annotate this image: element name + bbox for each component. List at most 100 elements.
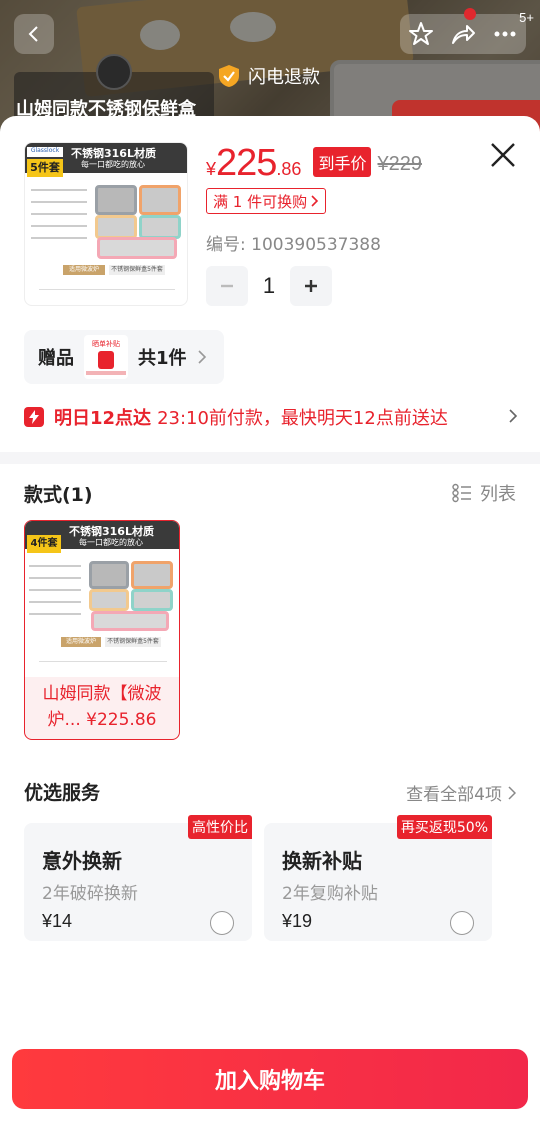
gift-shield-icon — [98, 351, 114, 369]
image-subline: 每一口都吃的放心 — [81, 160, 145, 169]
close-icon[interactable] — [488, 140, 518, 170]
service-card-accident-replacement[interactable]: 高性价比 意外换新 2年破碎换新 ¥14 — [24, 815, 252, 941]
quantity-value[interactable]: 1 — [248, 273, 290, 299]
container-image — [139, 215, 181, 239]
brand-badge-icon — [96, 54, 132, 90]
gift-count: 共1件 — [138, 348, 187, 369]
top-action-group — [400, 14, 526, 54]
delivery-info-row[interactable]: 明日12点达 23:10前付款，最快明天12点前送达 — [24, 402, 518, 432]
sku-code: 编号: 100390537388 — [206, 235, 381, 255]
list-view-icon — [452, 483, 471, 503]
container-image — [95, 215, 137, 239]
style-option-card[interactable]: 4件套 不锈钢316L材质 每一口都吃的放心 适用微波炉 不锈钢保鲜盒5件套 山… — [24, 520, 180, 740]
brand-logo: Glasslock — [27, 147, 63, 157]
services-section-title: 优选服务 — [24, 782, 101, 804]
image-tag-right: 不锈钢保鲜盒5件套 — [109, 265, 165, 275]
back-button[interactable] — [14, 14, 54, 54]
original-price: ¥229 — [377, 153, 422, 175]
promo-label: 满 1 件可换购 — [213, 192, 308, 211]
service-title: 换新补贴 — [282, 849, 362, 873]
set-badge: 5件套 — [27, 159, 63, 177]
section-divider — [0, 452, 540, 464]
spec-line — [31, 237, 87, 239]
services-view-all-link[interactable]: 查看全部4项 — [406, 780, 516, 805]
service-tag: 再买返现50% — [396, 815, 492, 839]
container-image — [131, 589, 173, 611]
service-price: ¥19 — [282, 911, 313, 931]
service-radio[interactable] — [450, 911, 474, 935]
notification-dot — [464, 8, 476, 20]
price-currency: ¥ — [206, 159, 217, 179]
style-option-label: 山姆同款【微波炉... ¥225.86 — [42, 684, 162, 730]
image-tag-right: 不锈钢保鲜盒5件套 — [105, 637, 161, 647]
gift-image-text: 晒单补贴 — [92, 340, 120, 348]
spec-line — [29, 577, 81, 579]
spec-line — [31, 213, 87, 215]
image-footnote-line — [39, 289, 175, 290]
sku-selector-sheet: Glasslock 5件套 不锈钢316L材质 每一口都吃的放心 适用微波炉 不… — [0, 116, 540, 1145]
style-option-image: 4件套 不锈钢316L材质 每一口都吃的放心 适用微波炉 不锈钢保鲜盒5件套 — [25, 521, 179, 677]
container-image — [95, 185, 137, 215]
shield-check-icon — [219, 65, 239, 87]
service-tag: 高性价比 — [188, 815, 252, 839]
container-image — [91, 611, 169, 631]
container-image — [131, 561, 173, 589]
chevron-right-icon — [197, 350, 206, 364]
delivery-detail: 23:10前付款，最快明天12点前送达 — [157, 408, 448, 429]
service-card-renewal-subsidy[interactable]: 再买返现50% 换新补贴 2年复购补贴 ¥19 — [264, 815, 492, 941]
set-badge: 4件套 — [27, 535, 61, 553]
chevron-right-icon — [311, 195, 319, 207]
service-title: 意外换新 — [42, 849, 122, 873]
flash-refund-badge: 闪电退款 — [218, 60, 320, 92]
plus-icon — [305, 280, 317, 292]
final-price-tag: 到手价 — [313, 147, 372, 177]
spec-line — [29, 589, 81, 591]
cart-count-badge: 5+ — [519, 10, 534, 25]
spec-line — [31, 189, 87, 191]
star-icon[interactable] — [408, 21, 434, 47]
quantity-increase-button[interactable] — [290, 266, 332, 306]
spec-line — [29, 601, 81, 603]
price-row: ¥ 225 .86 到手价 ¥229 — [206, 142, 422, 185]
container-image — [97, 237, 177, 259]
quantity-stepper: 1 — [206, 266, 332, 306]
add-to-cart-button[interactable]: 加入购物车 — [12, 1049, 528, 1109]
spec-line — [29, 613, 81, 615]
service-price: ¥14 — [42, 911, 73, 931]
flash-refund-label: 闪电退款 — [248, 67, 320, 88]
gift-image: 晒单补贴 — [84, 335, 128, 379]
price-decimal: .86 — [276, 159, 302, 179]
product-thumbnail[interactable]: Glasslock 5件套 不锈钢316L材质 每一口都吃的放心 适用微波炉 不… — [24, 142, 188, 306]
image-subline: 每一口都吃的放心 — [79, 538, 143, 547]
gift-label: 赠品 — [38, 348, 74, 369]
lightning-icon — [24, 407, 44, 427]
minus-icon — [221, 284, 233, 288]
image-tag-left: 适用微波炉 — [63, 265, 105, 275]
chevron-left-icon — [28, 26, 38, 42]
gift-image-bar — [86, 371, 126, 375]
services-view-all-label: 查看全部4项 — [406, 785, 502, 805]
price-integer: 225 — [216, 142, 277, 184]
chevron-right-icon — [508, 785, 516, 800]
chevron-right-icon — [509, 409, 518, 423]
container-image — [89, 589, 129, 611]
more-icon[interactable] — [492, 21, 518, 47]
spec-line — [31, 201, 87, 203]
spec-line — [31, 225, 87, 227]
quantity-decrease-button[interactable] — [206, 266, 248, 306]
container-image — [139, 185, 181, 215]
gift-row[interactable]: 赠品 晒单补贴 共1件 — [24, 330, 224, 384]
container-image — [89, 561, 129, 589]
service-subtitle: 2年破碎换新 — [42, 884, 138, 904]
service-radio[interactable] — [210, 911, 234, 935]
style-section-title: 款式(1) — [24, 484, 93, 506]
image-footnote-line — [39, 661, 167, 662]
view-list-toggle[interactable]: 列表 — [452, 480, 516, 506]
share-icon[interactable] — [450, 21, 476, 47]
view-toggle-label: 列表 — [480, 484, 516, 505]
spec-line — [29, 565, 81, 567]
service-subtitle: 2年复购补贴 — [282, 884, 378, 904]
image-tag-left: 适用微波炉 — [61, 637, 101, 647]
delivery-eta: 明日12点达 — [54, 408, 152, 429]
promo-exchange-link[interactable]: 满 1 件可换购 — [206, 188, 327, 214]
